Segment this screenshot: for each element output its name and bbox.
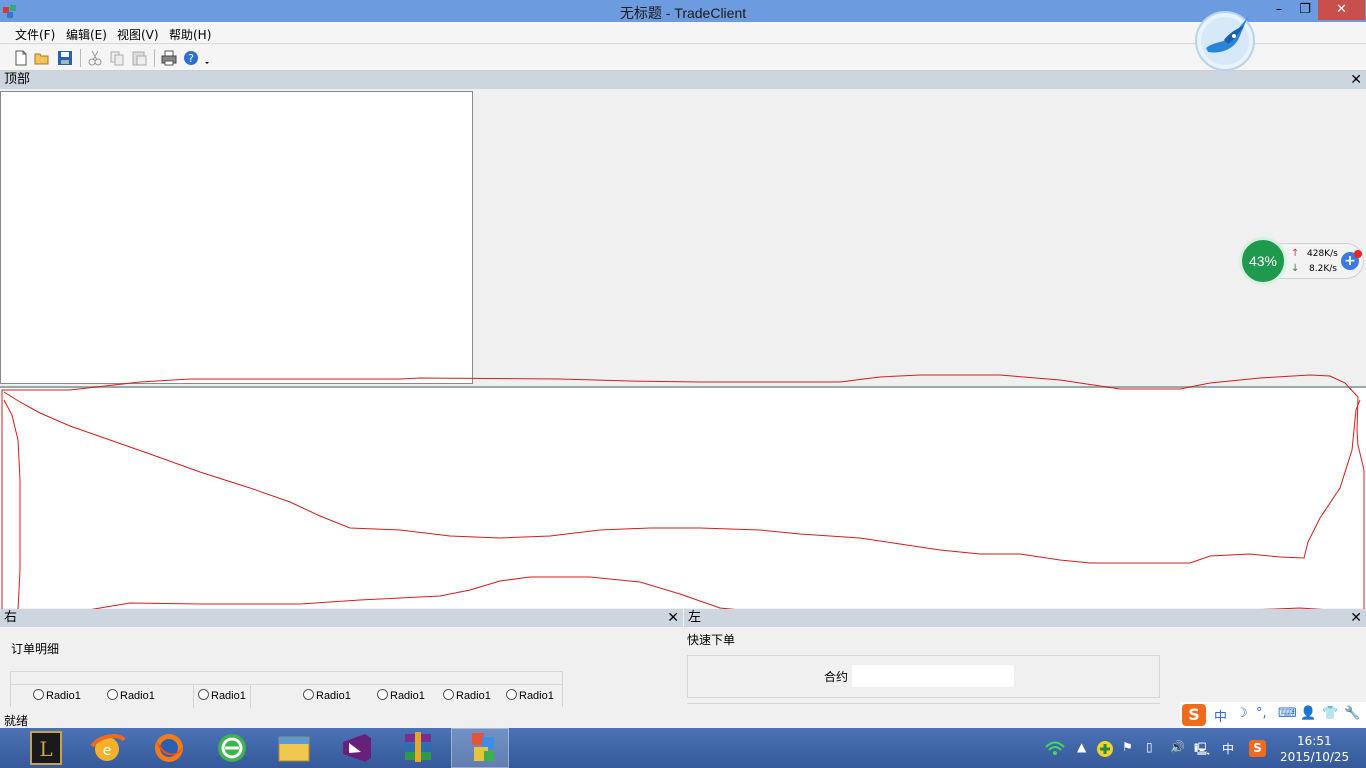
restore-button[interactable]: ❐ [1292,0,1318,20]
clock-date[interactable]: 2015/10/25 [1280,750,1349,764]
close-window-button[interactable]: ✕ [1318,0,1365,20]
menu-bar: 文件(F) 编辑(E) 视图(V) 帮助(H) [0,22,1366,44]
contract-label: 合约 [824,670,849,684]
network-speed-widget[interactable]: 43% ↑ 428K/s ↓ 8.2K/s + [1239,237,1366,285]
window-title: 无标题 - TradeClient [619,5,747,21]
minimize-button[interactable]: – [1266,0,1292,20]
mfc-app-icon[interactable] [451,728,509,768]
open-icon[interactable] [33,49,51,67]
red-annotation-outline [1,374,1365,623]
show-hidden-icons-icon[interactable]: ▲ [1077,740,1086,754]
download-speed: 8.2K/s [1309,264,1337,274]
wrench-icon[interactable]: 🔧 [1344,706,1360,721]
svg-text:L: L [39,737,52,761]
bird-logo[interactable] [1194,10,1256,72]
upload-speed: 428K/s [1307,249,1338,259]
ie-browser-icon[interactable]: e [78,728,136,768]
ime-mode-toggle[interactable]: 中 [1214,706,1227,725]
contract-input[interactable] [852,665,1014,687]
ime-toolbar: S 中 ☽ °, ⌨ 👤 👕 🔧 [1180,702,1366,728]
paste-icon[interactable] [130,49,148,67]
radio-circle[interactable] [443,689,454,700]
print-icon[interactable] [160,49,178,67]
volume-icon[interactable]: 🔊 [1170,740,1185,754]
left-pane-header: 左 ✕ [684,609,1366,627]
memory-usage-badge[interactable]: 43% [1239,237,1287,285]
clock-time[interactable]: 16:51 [1297,734,1332,748]
status-text: 就绪 [4,714,29,728]
shirt-icon[interactable]: 👕 [1322,706,1338,721]
league-of-legends-icon[interactable]: L [16,728,74,768]
taskbar: L e ▲ ⚑ ▯ 🔊 🖳 中 S [0,728,1366,768]
radio-option[interactable]: Radio1 [303,689,351,702]
svg-text:?: ? [188,52,194,65]
radio-option[interactable]: Radio1 [33,689,81,702]
menu-file[interactable]: 文件(F) [15,26,55,43]
radio-circle[interactable] [33,689,44,700]
punctuation-icon[interactable]: °, [1256,706,1267,721]
new-icon[interactable] [12,49,30,67]
notification-dot [1354,250,1362,258]
firefox-icon[interactable] [140,728,198,768]
toolbar-separator [154,49,155,67]
svg-text:e: e [103,743,112,759]
chevron-down-icon[interactable] [202,49,212,67]
order-details-label: 订单明细 [11,642,60,656]
radio-option[interactable]: Radio1 [443,689,491,702]
winrar-icon[interactable] [389,728,447,768]
security-plus-icon[interactable] [1096,740,1114,758]
top-left-view[interactable] [0,91,473,384]
menu-view[interactable]: 视图(V) [117,26,159,43]
radio-circle[interactable] [198,689,209,700]
file-explorer-icon[interactable] [265,728,323,768]
radio-circle[interactable] [506,689,517,700]
upload-arrow-icon: ↑ [1291,248,1300,259]
close-icon[interactable]: ✕ [1350,609,1362,627]
radio-circle[interactable] [303,689,314,700]
quick-order-group-2 [687,703,1160,709]
radio-option[interactable]: Radio1 [198,689,246,702]
radio-circle[interactable] [107,689,118,700]
download-arrow-icon: ↓ [1291,263,1300,274]
menu-edit[interactable]: 编辑(E) [66,26,107,43]
radio-circle[interactable] [377,689,388,700]
radio-option[interactable]: Radio1 [506,689,554,702]
close-icon[interactable]: ✕ [667,609,679,627]
title-bar: 无标题 - TradeClient – ❐ ✕ [0,0,1366,22]
sogou-tray-icon[interactable]: S [1249,740,1266,757]
right-pane-header: 右 ✕ [0,609,683,627]
ime-indicator[interactable]: 中 [1222,740,1234,757]
copy-icon[interactable] [108,49,126,67]
cut-icon[interactable] [86,49,104,67]
user-icon[interactable]: 👤 [1300,706,1316,721]
visual-studio-icon[interactable] [327,728,385,768]
menu-help[interactable]: 帮助(H) [169,26,211,43]
radio-option[interactable]: Radio1 [107,689,155,702]
quick-order-label: 快速下单 [687,633,736,647]
toolbar-separator [80,49,81,67]
360-browser-icon[interactable] [203,728,261,768]
action-center-flag-icon[interactable]: ⚑ [1122,740,1133,754]
keyboard-icon[interactable]: ⌨ [1278,706,1297,721]
right-pane-title: 右 [4,610,18,625]
moon-icon[interactable]: ☽ [1236,706,1248,721]
top-pane-header: 顶部 ✕ [0,71,1366,89]
wifi-icon[interactable] [1044,739,1066,757]
top-pane-title: 顶部 [4,72,31,87]
sogou-logo-icon[interactable]: S [1182,704,1206,726]
left-pane-title: 左 [688,610,702,625]
save-icon[interactable] [56,49,74,67]
help-icon[interactable]: ? [182,49,200,67]
battery-icon[interactable]: ▯ [1146,740,1153,754]
toolbar: ? [0,45,1366,71]
radio-option[interactable]: Radio1 [377,689,425,702]
close-icon[interactable]: ✕ [1350,71,1362,89]
network-icon[interactable]: 🖳 [1194,740,1210,761]
